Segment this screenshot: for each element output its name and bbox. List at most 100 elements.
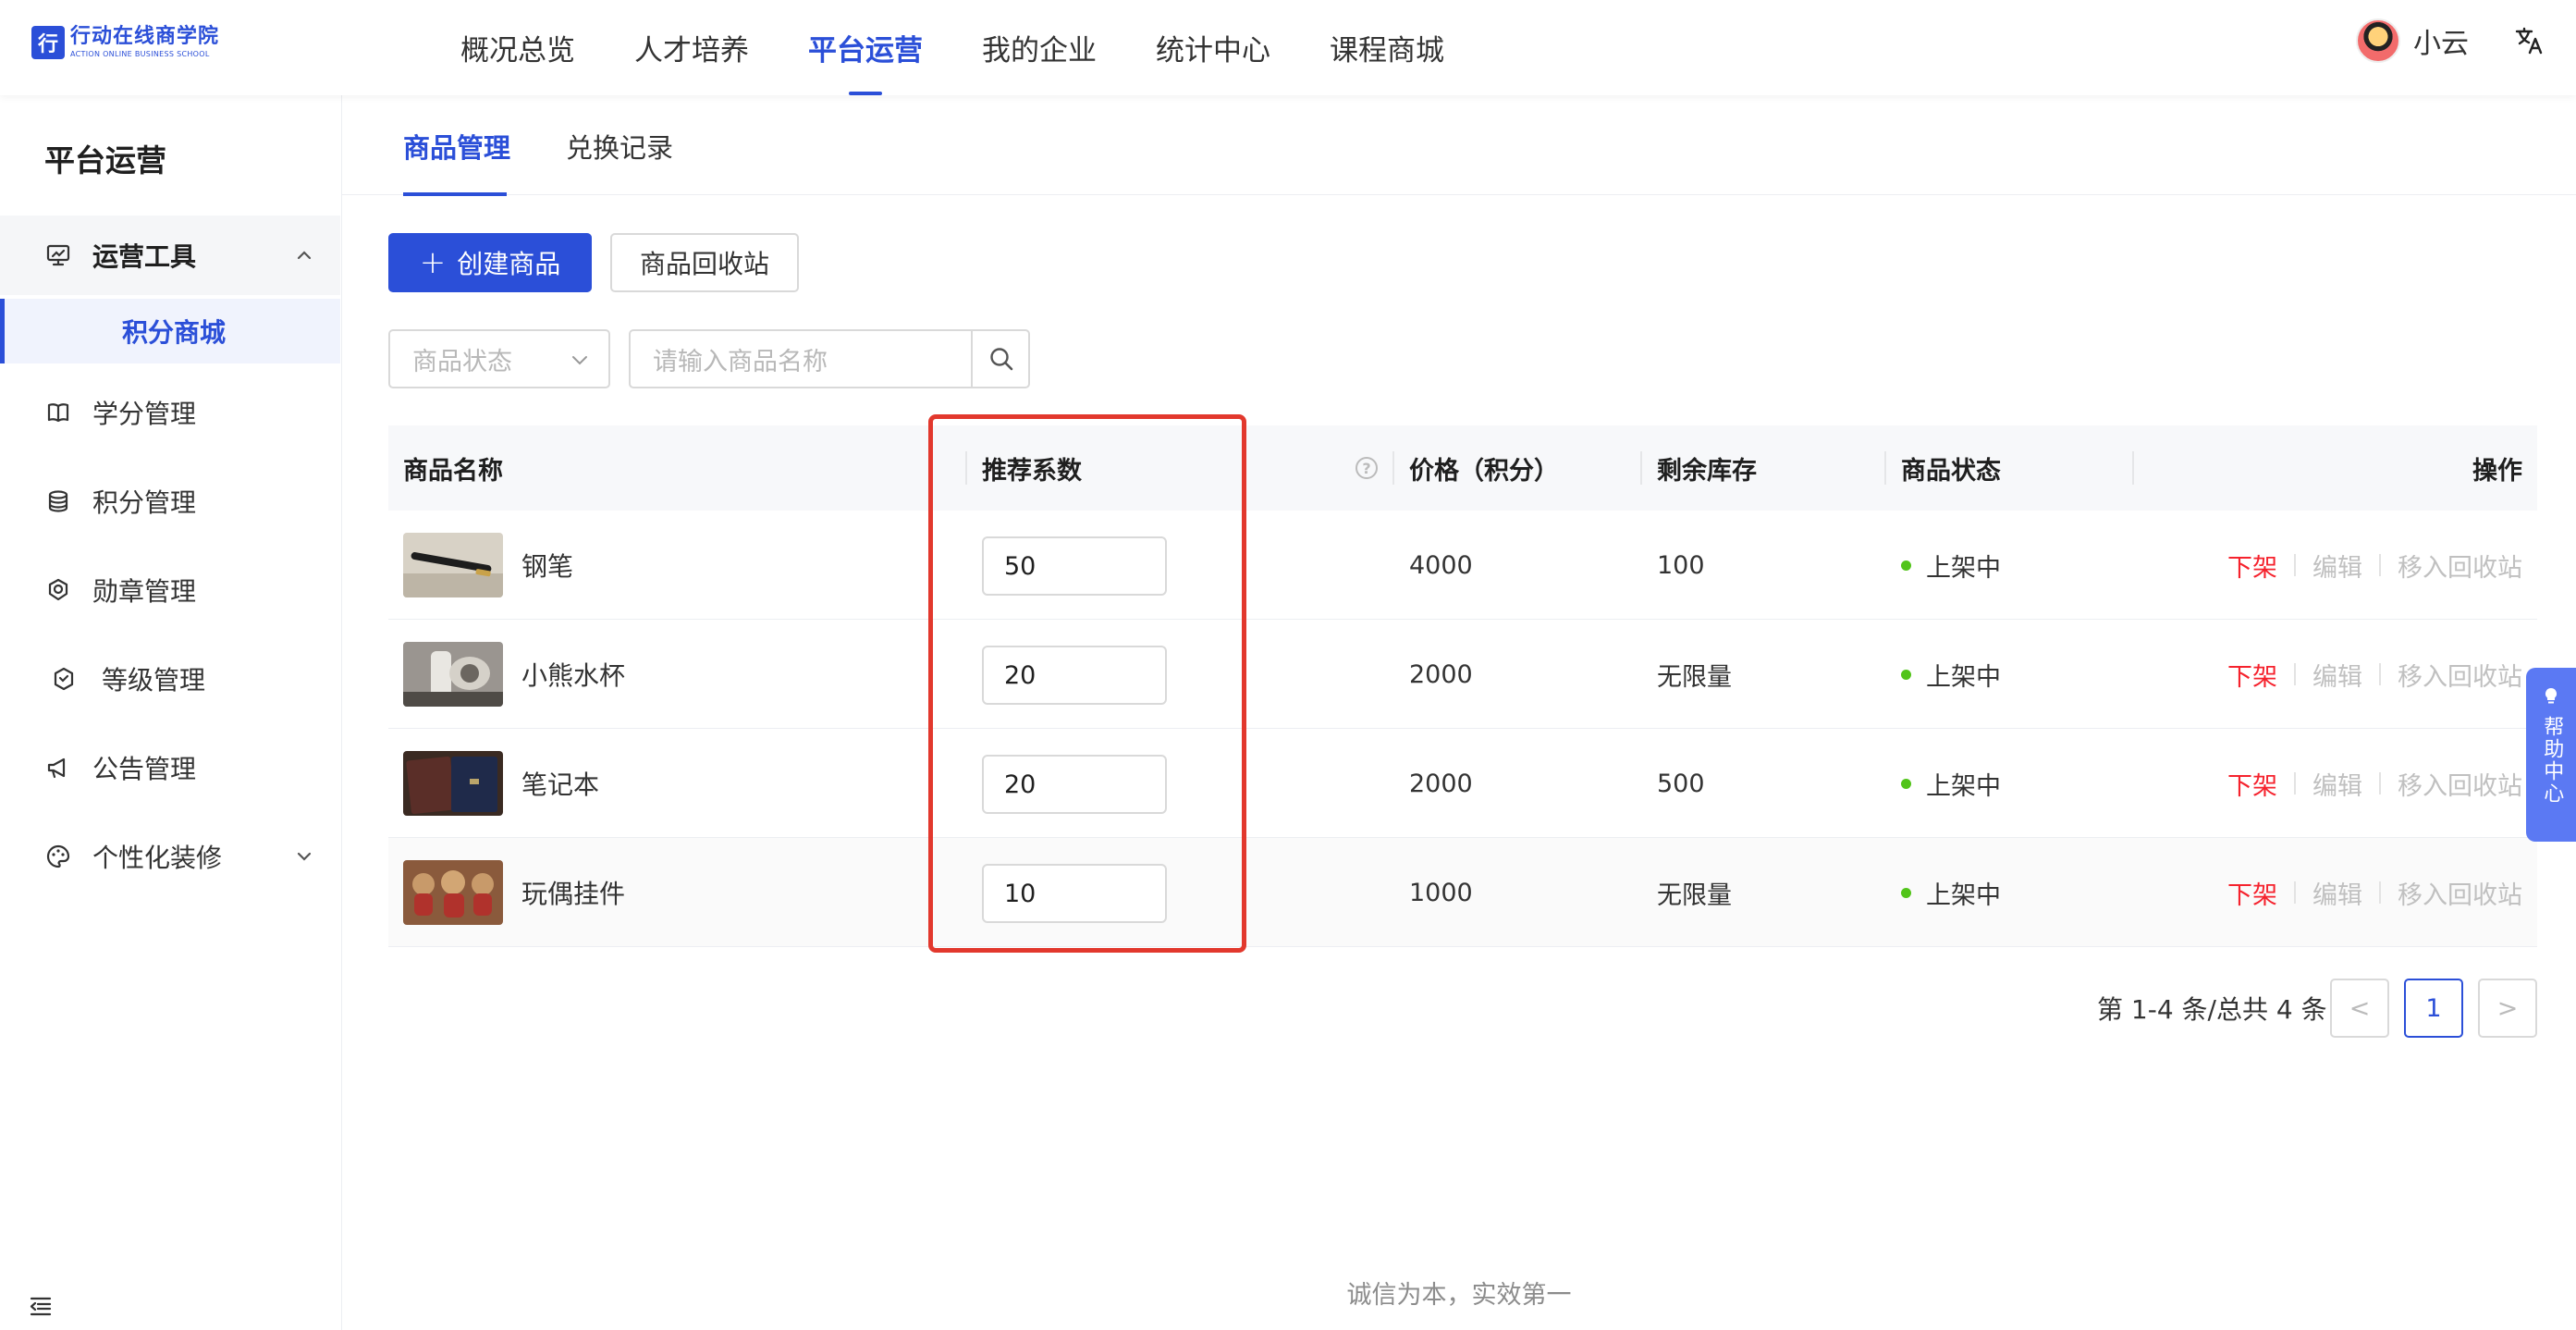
divider [2294, 881, 2296, 904]
megaphone-icon [44, 754, 72, 782]
pagination-summary: 第 1-4 条/总共 4 条 [2097, 994, 2327, 1025]
nav-item-my-company[interactable]: 我的企业 [956, 0, 1122, 95]
edit-link[interactable]: 编辑 [2312, 548, 2362, 584]
column-divider [965, 451, 967, 485]
user-name[interactable]: 小云 [2413, 20, 2469, 61]
chevron-right-icon: > [2496, 993, 2519, 1023]
move-to-recycle-link[interactable]: 移入回收站 [2398, 548, 2522, 584]
page-number: 1 [2425, 993, 2442, 1023]
take-down-link[interactable]: 下架 [2227, 766, 2277, 802]
collapse-sidebar-icon[interactable] [28, 1293, 54, 1319]
sidebar-item-points[interactable]: 积分管理 [0, 462, 340, 541]
book-icon [44, 399, 72, 426]
product-thumbnail [403, 642, 503, 707]
help-question-icon[interactable]: ? [1355, 457, 1378, 479]
take-down-link[interactable]: 下架 [2227, 548, 2277, 584]
create-product-label: 创建商品 [457, 249, 561, 279]
recommend-coef-input[interactable]: 20 [982, 755, 1167, 814]
nav-item-talent[interactable]: 人才培养 [608, 0, 775, 95]
status-dot [1901, 560, 1911, 571]
table-row: 钢笔 50 4000 100 上架中 下架 编辑 移入回收站 [388, 511, 2537, 620]
product-name[interactable]: 玩偶挂件 [521, 838, 625, 947]
nav-item-statistics[interactable]: 统计中心 [1130, 0, 1296, 95]
recommend-coef-value: 10 [1004, 879, 1037, 908]
tab-product-management[interactable]: 商品管理 [403, 127, 510, 166]
recycle-bin-label: 商品回收站 [639, 249, 769, 279]
pagination-prev-button[interactable]: < [2330, 979, 2389, 1038]
sidebar-item-label: 公告管理 [92, 754, 197, 784]
product-name[interactable]: 小熊水杯 [521, 620, 625, 729]
product-name[interactable]: 笔记本 [521, 729, 599, 838]
sidebar-item-label: 个性化装修 [92, 843, 223, 873]
product-stock: 无限量 [1657, 662, 1732, 692]
user-menu[interactable]: 小云 [2356, 18, 2469, 63]
search-placeholder: 请输入商品名称 [653, 347, 828, 376]
take-down-link[interactable]: 下架 [2227, 657, 2277, 693]
pagination-next-button[interactable]: > [2478, 979, 2537, 1038]
tab-exchange-records[interactable]: 兑换记录 [566, 127, 673, 166]
chevron-up-icon [294, 245, 314, 265]
move-to-recycle-link[interactable]: 移入回收站 [2398, 875, 2522, 911]
translate-icon[interactable] [2511, 22, 2548, 59]
footer-slogan: 诚信为本，实效第一 [1346, 1281, 1572, 1310]
status-badge: 上架中 [1901, 838, 2001, 947]
search-input[interactable]: 请输入商品名称 [629, 329, 1030, 388]
logo[interactable]: 行 行动在线商学院 ACTION ONLINE BUSINESS SCHOOL [31, 22, 219, 63]
edit-link[interactable]: 编辑 [2312, 875, 2362, 911]
recommend-coef-input[interactable]: 10 [982, 864, 1167, 923]
divider [2294, 554, 2296, 576]
recommend-coef-input[interactable]: 20 [982, 646, 1167, 705]
sidebar-item-label: 等级管理 [102, 665, 206, 696]
product-price: 4000 [1409, 550, 1473, 580]
sidebar-group-ops-tools[interactable]: 运营工具 [0, 216, 340, 295]
recommend-coef-input[interactable]: 50 [982, 536, 1167, 596]
status-text: 上架中 [1926, 662, 2001, 692]
sidebar-item-medals[interactable]: 勋章管理 [0, 550, 340, 630]
sidebar-item-credits[interactable]: 学分管理 [0, 373, 340, 452]
search-button[interactable] [971, 329, 1030, 388]
sidebar-item-points-mall[interactable]: 积分商城 [0, 299, 340, 363]
status-text: 上架中 [1926, 771, 2001, 801]
product-price: 2000 [1409, 659, 1473, 689]
product-thumbnail [403, 860, 503, 925]
logo-name-en: ACTION ONLINE BUSINESS SCHOOL [70, 50, 210, 58]
help-center-tab[interactable]: 帮助中心 [2526, 668, 2576, 842]
divider [2379, 663, 2381, 685]
recycle-bin-button[interactable]: 商品回收站 [610, 233, 799, 292]
top-navbar: 行 行动在线商学院 ACTION ONLINE BUSINESS SCHOOL … [0, 0, 2576, 95]
create-product-button[interactable]: + 创建商品 [388, 233, 592, 292]
status-select[interactable]: 商品状态 [388, 329, 610, 388]
nav-item-course-mall[interactable]: 课程商城 [1304, 0, 1470, 95]
main-nav: 概况总览 人才培养 平台运营 我的企业 统计中心 课程商城 [435, 0, 1478, 95]
move-to-recycle-link[interactable]: 移入回收站 [2398, 657, 2522, 693]
sidebar-item-announcements[interactable]: 公告管理 [0, 728, 340, 807]
nav-item-overview[interactable]: 概况总览 [435, 0, 601, 95]
product-name[interactable]: 钢笔 [521, 511, 573, 620]
column-divider [1392, 451, 1394, 485]
sidebar-item-label: 积分商城 [122, 317, 227, 348]
sidebar-item-label: 勋章管理 [92, 576, 197, 607]
content-tabs: 商品管理 兑换记录 [342, 95, 2576, 195]
take-down-link[interactable]: 下架 [2227, 875, 2277, 911]
nav-item-platform-ops[interactable]: 平台运营 [782, 0, 949, 95]
sidebar-item-personalize[interactable]: 个性化装修 [0, 817, 340, 896]
pagination-page-1[interactable]: 1 [2404, 979, 2463, 1038]
level-icon [50, 665, 78, 693]
status-select-placeholder: 商品状态 [412, 347, 512, 376]
table-row: 玩偶挂件 10 1000 无限量 上架中 下架 编辑 移入回收站 [388, 838, 2537, 947]
sidebar-item-label: 学分管理 [92, 399, 197, 429]
recommend-coef-value: 20 [1004, 770, 1037, 799]
divider [2379, 554, 2381, 576]
row-actions: 下架 编辑 移入回收站 [2227, 511, 2522, 620]
divider [2379, 772, 2381, 794]
edit-link[interactable]: 编辑 [2312, 766, 2362, 802]
avatar[interactable] [2356, 18, 2400, 63]
search-icon [990, 348, 1013, 371]
logo-name-cn: 行动在线商学院 [70, 25, 220, 48]
sidebar-group-label: 运营工具 [92, 241, 197, 272]
sidebar-item-levels[interactable]: 等级管理 [0, 639, 340, 719]
chevron-down-icon [294, 846, 314, 867]
chevron-down-icon [572, 356, 587, 365]
move-to-recycle-link[interactable]: 移入回收站 [2398, 766, 2522, 802]
edit-link[interactable]: 编辑 [2312, 657, 2362, 693]
